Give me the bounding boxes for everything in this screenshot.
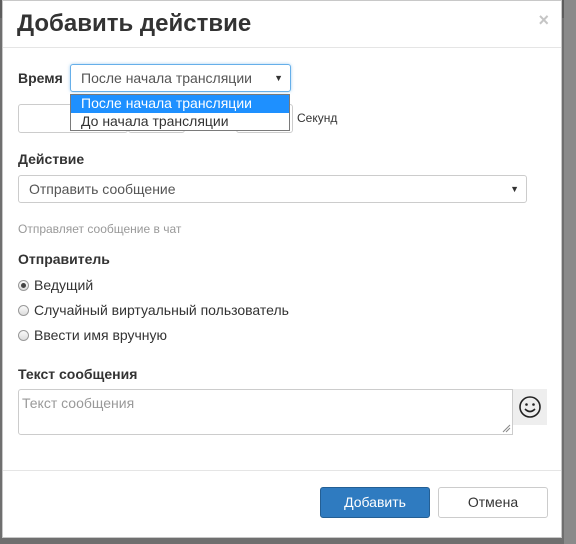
action-select-value: Отправить сообщение xyxy=(29,181,176,197)
radio-button[interactable] xyxy=(18,304,29,316)
time-label: Время xyxy=(18,70,63,86)
modal-header: Добавить действие × xyxy=(3,1,561,48)
cancel-button[interactable]: Отмена xyxy=(438,487,548,518)
sender-option-label: Ведущий xyxy=(34,277,94,293)
sender-option-random-user[interactable]: Случайный виртуальный пользователь xyxy=(18,301,289,319)
backdrop-right xyxy=(564,0,576,544)
sender-label: Отправитель xyxy=(18,251,110,267)
dropdown-option-after-start[interactable]: После начала трансляции xyxy=(71,95,289,113)
time-select[interactable]: После начала трансляции ▼ xyxy=(70,64,291,92)
message-label: Текст сообщения xyxy=(18,366,138,382)
smiley-icon xyxy=(519,396,541,418)
add-button[interactable]: Добавить xyxy=(320,487,430,518)
radio-button[interactable] xyxy=(18,279,29,291)
seconds-unit-label: Секунд xyxy=(297,111,338,125)
action-hint: Отправляет сообщение в чат xyxy=(18,222,182,236)
radio-button[interactable] xyxy=(18,329,29,341)
message-placeholder: Текст сообщения xyxy=(22,395,135,411)
time-select-value: После начала трансляции xyxy=(81,70,252,86)
emoji-button[interactable] xyxy=(513,389,547,425)
action-select[interactable]: Отправить сообщение ▼ xyxy=(18,175,527,203)
resize-handle-icon[interactable] xyxy=(502,424,511,433)
modal-title: Добавить действие xyxy=(17,10,252,37)
chevron-down-icon: ▼ xyxy=(274,73,283,83)
dropdown-option-before-start[interactable]: До начала трансляции xyxy=(71,113,289,131)
modal-footer: Добавить Отмена xyxy=(3,470,561,538)
sender-option-host[interactable]: Ведущий xyxy=(18,276,93,294)
chevron-down-icon: ▼ xyxy=(510,184,519,194)
sender-option-label: Ввести имя вручную xyxy=(34,327,168,343)
time-dropdown-list: После начала трансляции До начала трансл… xyxy=(70,94,290,131)
close-icon[interactable]: × xyxy=(538,11,549,29)
message-textarea[interactable]: Текст сообщения xyxy=(18,389,513,435)
add-action-modal: Добавить действие × Время После начала т… xyxy=(2,0,562,538)
action-label: Действие xyxy=(18,151,85,167)
sender-option-label: Случайный виртуальный пользователь xyxy=(34,302,289,318)
sender-option-manual-name[interactable]: Ввести имя вручную xyxy=(18,326,167,344)
